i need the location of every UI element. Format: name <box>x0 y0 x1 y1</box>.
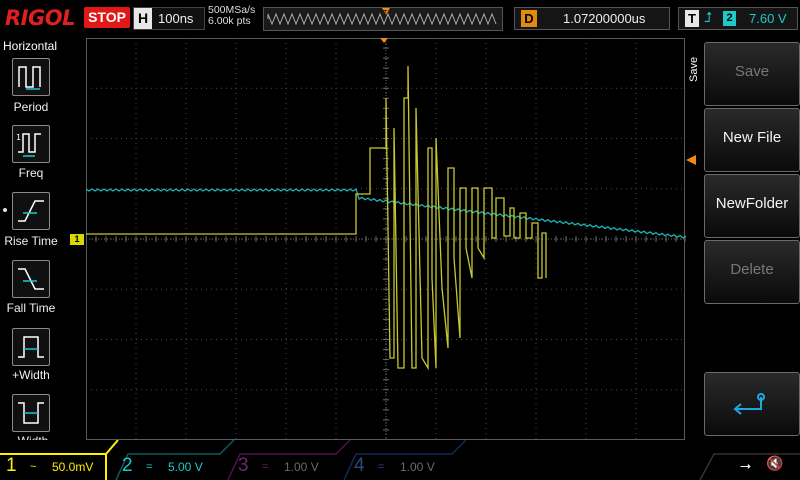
rising-edge-icon: ⮥ <box>704 9 713 25</box>
sample-rate-info: 500MSa/s 6.00k pts <box>208 5 255 27</box>
frequency-icon: 1 <box>12 125 50 163</box>
delay-label: D <box>521 10 537 27</box>
return-icon <box>733 393 765 415</box>
new-folder-button[interactable]: NewFolder <box>704 174 800 238</box>
fall-time-label: Fall Time <box>6 301 56 315</box>
menu-title: Horizontal <box>2 39 58 53</box>
memory-overview-waveform: T <box>267 8 497 26</box>
channel-2-status[interactable]: 2 = 5.00 V <box>116 440 226 480</box>
svg-text:1: 1 <box>16 133 21 142</box>
freq-label: Freq <box>18 166 44 180</box>
usb-icon: ⭢ <box>740 457 752 473</box>
period-icon <box>12 58 50 96</box>
trigger-source: 2 <box>723 11 736 26</box>
speaker-muted-icon[interactable]: 🔇 <box>766 455 783 472</box>
channel-4-status[interactable]: 4 = 1.00 V <box>348 440 458 480</box>
delete-button[interactable]: Delete <box>704 240 800 304</box>
measure-freq-item[interactable]: 1 Freq <box>0 124 62 188</box>
channel-1-coupling: ~ <box>30 461 37 473</box>
measure-positive-width-item[interactable]: +Width <box>0 328 62 392</box>
trigger-level: 7.60 V <box>749 11 787 26</box>
channel-3-status[interactable]: 3 = 1.00 V <box>232 440 342 480</box>
rise-time-icon <box>12 192 50 230</box>
positive-width-icon <box>12 328 50 366</box>
channel-status-bar: 1 ~ 50.0mV 2 = 5.00 V 3 = 1.00 V 4 = 1.0… <box>0 440 800 480</box>
channel-2-coupling: = <box>146 461 153 473</box>
positive-width-label: +Width <box>12 368 50 382</box>
waveform-grid <box>85 37 687 440</box>
trigger-settings[interactable]: T ⮥ 2 7.60 V <box>678 7 798 30</box>
return-button[interactable] <box>704 372 800 436</box>
channel-4-scale: 1.00 V <box>400 460 435 474</box>
save-menu-title: Save <box>688 56 700 82</box>
timebase-value: 100ns <box>158 11 194 26</box>
channel-3-coupling: = <box>262 461 269 473</box>
trigger-position-marker <box>380 38 388 43</box>
memory-depth: 6.00k pts <box>208 15 251 27</box>
channel-1-status[interactable]: 1 ~ 50.0mV <box>0 440 110 480</box>
new-file-button[interactable]: New File <box>704 108 800 172</box>
channel-1-ground-marker[interactable]: 1 <box>70 234 84 245</box>
horizontal-measure-menu: Horizontal Period 1 Freq Rise Time Fall … <box>0 38 62 448</box>
top-status-bar: RIGOL STOP H 100ns 500MSa/s 6.00k pts T … <box>0 0 800 38</box>
negative-width-icon <box>12 394 50 432</box>
measure-rise-time-item[interactable]: Rise Time <box>0 191 62 255</box>
waveform-display[interactable]: 1 <box>70 37 696 440</box>
channel-2-scale: 5.00 V <box>168 460 203 474</box>
fall-time-icon <box>12 260 50 298</box>
period-label: Period <box>13 100 49 114</box>
delay-value: 1.07200000us <box>563 11 646 26</box>
channel-1-scale: 50.0mV <box>52 460 94 474</box>
measure-fall-time-item[interactable]: Fall Time <box>0 259 62 323</box>
horizontal-timebase[interactable]: H 100ns <box>133 7 205 30</box>
overview-trace <box>267 12 497 26</box>
trigger-label: T <box>685 10 699 27</box>
measure-period-item[interactable]: Period <box>0 56 62 120</box>
channel-1-trace <box>86 65 547 371</box>
rigol-logo: RIGOL <box>5 6 75 30</box>
horizontal-label: H <box>134 8 152 29</box>
waveform-memory-overview[interactable]: T <box>263 7 503 31</box>
save-button[interactable]: Save <box>704 42 800 106</box>
rise-time-label: Rise Time <box>4 234 58 248</box>
channel-3-scale: 1.00 V <box>284 460 319 474</box>
horizontal-delay[interactable]: D 1.07200000us <box>514 7 670 30</box>
run-stop-status[interactable]: STOP <box>84 7 130 28</box>
channel-4-coupling: = <box>378 461 385 473</box>
save-menu: Save Save New File NewFolder Delete <box>686 38 800 440</box>
